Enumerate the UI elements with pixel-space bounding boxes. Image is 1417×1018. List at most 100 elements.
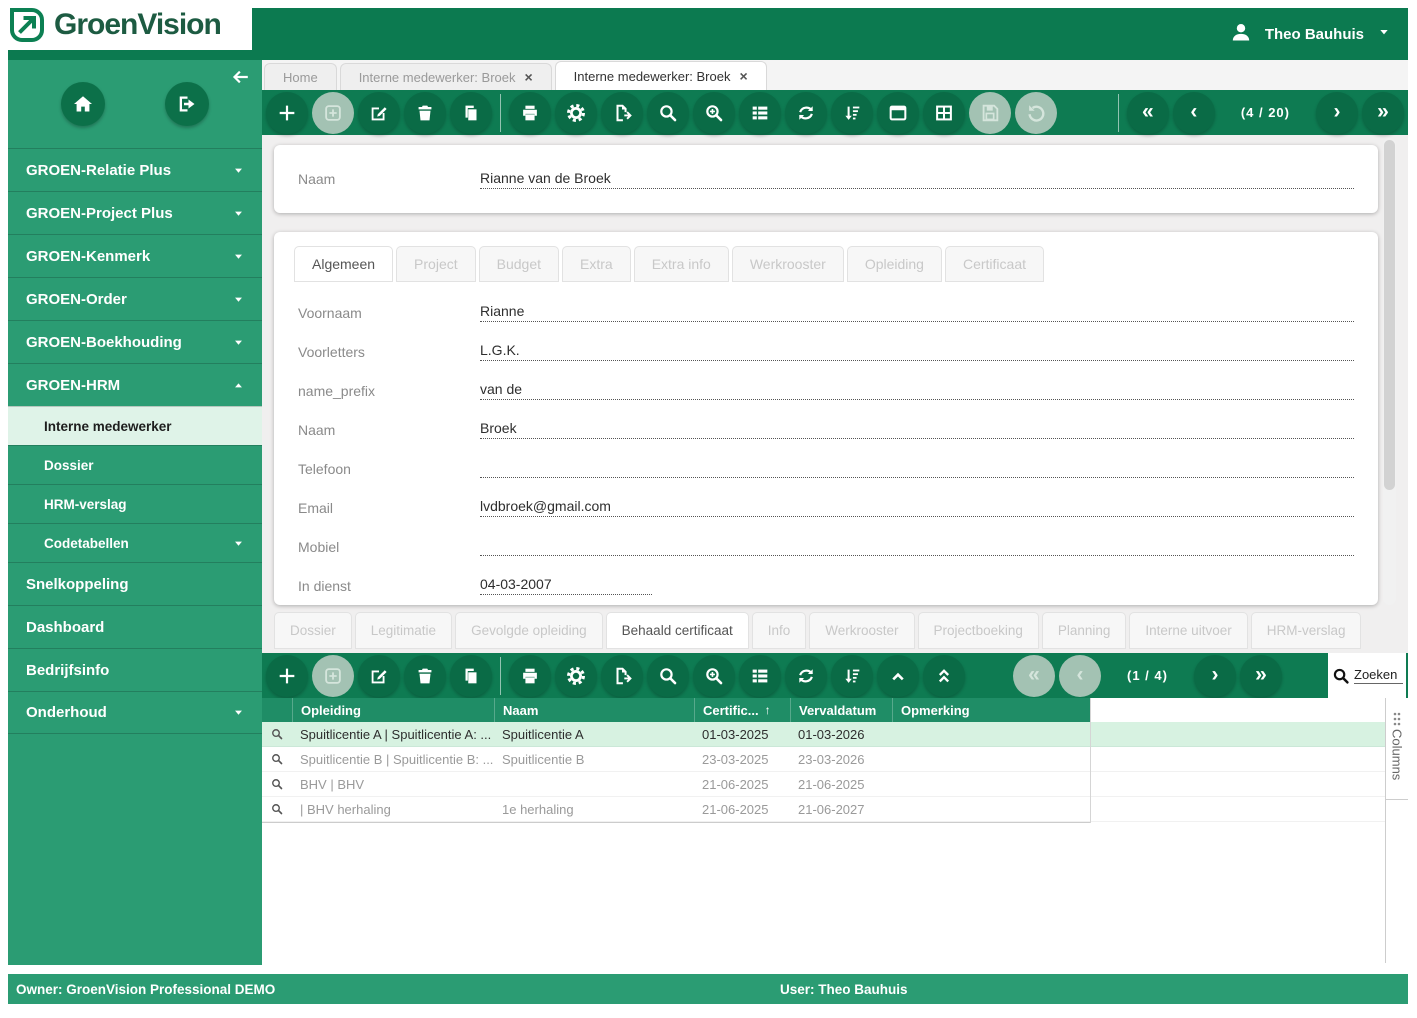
- scrollbar-thumb[interactable]: [1384, 140, 1395, 490]
- row-search-button[interactable]: [262, 802, 292, 816]
- export-button[interactable]: [601, 654, 643, 697]
- row-search-button[interactable]: [262, 727, 292, 741]
- collapse-sidebar-button[interactable]: [228, 66, 252, 90]
- row-search-button[interactable]: [262, 777, 292, 791]
- plus-button[interactable]: [266, 91, 308, 134]
- trash-button[interactable]: [404, 654, 446, 697]
- field-input[interactable]: [480, 459, 1354, 478]
- tab-behaald-certificaat[interactable]: Behaald certificaat: [605, 612, 749, 649]
- window-button[interactable]: [877, 91, 919, 134]
- tab-legitimatie[interactable]: Legitimatie: [354, 612, 453, 649]
- column-header-certific[interactable]: Certific... ↑: [694, 698, 790, 722]
- last-button[interactable]: »: [1239, 654, 1282, 697]
- next-button[interactable]: ›: [1193, 654, 1236, 697]
- sidebar-item-groen-project-plus[interactable]: GROEN-Project Plus: [8, 191, 262, 234]
- last-button[interactable]: »: [1362, 91, 1404, 134]
- tab-budget[interactable]: Budget: [478, 246, 559, 282]
- sidebar-item-bedrijfsinfo[interactable]: Bedrijfsinfo: [8, 648, 262, 691]
- column-header-opmerking[interactable]: Opmerking: [892, 698, 1090, 722]
- field-input[interactable]: Broek: [480, 420, 1354, 439]
- edit-button[interactable]: [358, 91, 400, 134]
- column-header-naam[interactable]: Naam: [494, 698, 694, 722]
- tab-opleiding[interactable]: Opleiding: [846, 246, 942, 282]
- print-button[interactable]: [509, 91, 551, 134]
- sidebar-item-groen-boekhouding[interactable]: GROEN-Boekhouding: [8, 320, 262, 363]
- window-tab-2[interactable]: Interne medewerker: Broek ×: [339, 63, 552, 90]
- tab-info[interactable]: Info: [751, 612, 807, 649]
- column-header-vervaldatum[interactable]: Vervaldatum: [790, 698, 892, 722]
- grid-button[interactable]: [923, 91, 965, 134]
- table-row[interactable]: Spuitlicentie B | Spuitlicentie B: ... Sp…: [262, 747, 1385, 772]
- grid-search-box[interactable]: Zoeken: [1328, 653, 1406, 698]
- prev-button[interactable]: ‹: [1172, 91, 1215, 134]
- field-input[interactable]: 04-03-2007: [480, 576, 652, 595]
- sidebar-item-dossier[interactable]: Dossier: [8, 445, 262, 484]
- sidebar-item-interne-medewerker[interactable]: Interne medewerker: [8, 406, 262, 445]
- close-icon[interactable]: ×: [739, 69, 747, 83]
- tab-dossier[interactable]: Dossier: [274, 612, 352, 649]
- tab-projectboeking[interactable]: Projectboeking: [917, 612, 1039, 649]
- window-tab-3[interactable]: Interne medewerker: Broek ×: [554, 61, 767, 90]
- refresh-button[interactable]: [785, 91, 827, 134]
- plus-button[interactable]: [266, 654, 308, 697]
- sidebar-item-groen-relatie-plus[interactable]: GROEN-Relatie Plus: [8, 148, 262, 191]
- list-button[interactable]: [739, 654, 781, 697]
- table-row[interactable]: | BHV herhaling 1e herhaling 21-06-2025 21-…: [262, 797, 1385, 822]
- field-input[interactable]: van de: [480, 381, 1354, 400]
- home-button[interactable]: [61, 82, 105, 126]
- field-input[interactable]: lvdbroek@gmail.com: [480, 498, 1354, 517]
- copy-button[interactable]: [450, 654, 492, 697]
- table-row[interactable]: Spuitlicentie A | Spuitlicentie A: ... Sp…: [262, 722, 1385, 747]
- search-input[interactable]: Zoeken: [1354, 667, 1403, 684]
- tab-project[interactable]: Project: [396, 246, 476, 282]
- sidebar-item-groen-order[interactable]: GROEN-Order: [8, 277, 262, 320]
- field-input[interactable]: [480, 537, 1354, 556]
- edit-button[interactable]: [358, 654, 400, 697]
- search-button[interactable]: [647, 91, 689, 134]
- row-search-button[interactable]: [262, 752, 292, 766]
- column-header-opleiding[interactable]: Opleiding: [292, 698, 494, 722]
- trash-button[interactable]: [404, 91, 446, 134]
- gear-button[interactable]: [555, 91, 597, 134]
- gear-button[interactable]: [555, 654, 597, 697]
- sidebar-item-snelkoppeling[interactable]: Snelkoppeling: [8, 562, 262, 605]
- table-row[interactable]: BHV | BHV 21-06-2025 21-06-2025: [262, 772, 1385, 797]
- logout-button[interactable]: [165, 82, 209, 126]
- zoom-in-button[interactable]: [693, 91, 735, 134]
- chevron-up-button[interactable]: [877, 654, 919, 697]
- tab-gevolgde-opleiding[interactable]: Gevolgde opleiding: [455, 612, 603, 649]
- tab-hrm-verslag[interactable]: HRM-verslag: [1250, 612, 1362, 649]
- export-button[interactable]: [601, 91, 643, 134]
- list-button[interactable]: [739, 91, 781, 134]
- tab-extra-info[interactable]: Extra info: [633, 246, 729, 282]
- sidebar-item-dashboard[interactable]: Dashboard: [8, 605, 262, 648]
- vertical-scrollbar[interactable]: [1383, 138, 1396, 605]
- refresh-button[interactable]: [785, 654, 827, 697]
- user-menu[interactable]: Theo Bauhuis: [1229, 8, 1392, 60]
- sort-button[interactable]: [831, 654, 873, 697]
- zoom-in-button[interactable]: [693, 654, 735, 697]
- sidebar-item-onderhoud[interactable]: Onderhoud: [8, 691, 262, 734]
- tab-algemeen[interactable]: Algemeen: [294, 246, 394, 282]
- first-button[interactable]: «: [1126, 91, 1169, 134]
- close-icon[interactable]: ×: [524, 70, 532, 84]
- copy-button[interactable]: [450, 91, 492, 134]
- sidebar-item-groen-hrm[interactable]: GROEN-HRM: [8, 363, 262, 406]
- tab-werkrooster[interactable]: Werkrooster: [731, 246, 844, 282]
- field-input[interactable]: L.G.K.: [480, 342, 1354, 361]
- columns-button[interactable]: Columns: [1386, 705, 1408, 800]
- sidebar-item-codetabellen[interactable]: Codetabellen: [8, 523, 262, 562]
- sidebar-item-hrm-verslag[interactable]: HRM-verslag: [8, 484, 262, 523]
- tab-certificaat[interactable]: Certificaat: [944, 246, 1044, 282]
- tab-werkrooster[interactable]: Werkrooster: [809, 612, 915, 649]
- search-button[interactable]: [647, 654, 689, 697]
- sort-button[interactable]: [831, 91, 873, 134]
- sidebar-item-groen-kenmerk[interactable]: GROEN-Kenmerk: [8, 234, 262, 277]
- tab-extra[interactable]: Extra: [562, 246, 631, 282]
- chevrons-up-button[interactable]: [923, 654, 965, 697]
- print-button[interactable]: [509, 654, 551, 697]
- field-input[interactable]: Rianne van de Broek: [480, 170, 1354, 189]
- field-input[interactable]: Rianne: [480, 303, 1354, 322]
- next-button[interactable]: ›: [1316, 91, 1358, 134]
- window-tab-1[interactable]: Home: [264, 63, 337, 90]
